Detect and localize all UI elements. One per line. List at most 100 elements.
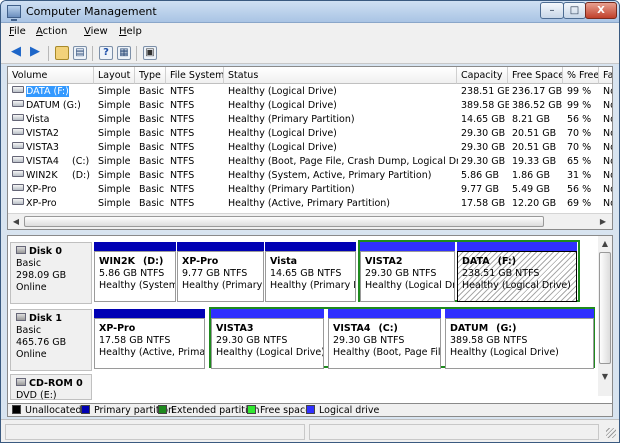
cell-free: 8.21 GB <box>512 114 551 125</box>
partition-block[interactable]: VISTA4 (C:) 29.30 GB NTFS Healthy (Boot, Pa… <box>328 309 441 369</box>
table-row[interactable]: XP-Pro Simple Basic NTFS Healthy (Primary Pa… <box>8 183 612 197</box>
partition-letter: (F:) <box>497 256 517 267</box>
disk-label-2[interactable]: CD-ROM 0 DVD (E:) <box>10 374 92 401</box>
disk-label-0[interactable]: Disk 0 Basic 298.09 GB Online <box>10 242 92 304</box>
partition-name: VISTA2 <box>365 256 403 267</box>
scrollbar-thumb[interactable] <box>599 252 611 364</box>
export-icon[interactable]: ▣ <box>143 46 157 60</box>
menu-action[interactable]: Action <box>36 26 67 37</box>
column-header-file-system[interactable]: File System <box>166 67 224 84</box>
partition-body: VISTA2 29.30 GB NTFS Healthy (Logical Dr <box>360 251 455 302</box>
maximize-button[interactable]: □ <box>563 2 586 19</box>
partition-color-bar <box>211 309 324 318</box>
column-header-percent-free[interactable]: % Free <box>563 67 599 84</box>
table-row[interactable]: VISTA2 Simple Basic NTFS Healthy (Logical Dr… <box>8 127 612 141</box>
disk-name-row: Disk 1 <box>16 313 91 325</box>
title-bar[interactable]: Computer Management – □ X <box>1 1 619 23</box>
cell-type: Basic <box>139 198 165 209</box>
partition-status: Healthy (Primary <box>182 280 263 291</box>
column-header-type[interactable]: Type <box>135 67 166 84</box>
column-header-free-space[interactable]: Free Space <box>508 67 563 84</box>
partition-size: 29.30 GB NTFS <box>333 335 405 346</box>
partition-block[interactable]: VISTA2 29.30 GB NTFS Healthy (Logical Dr <box>360 242 455 302</box>
scrollbar-thumb[interactable] <box>24 216 544 227</box>
cell-pct: 70 % <box>567 142 592 153</box>
cell-pct: 56 % <box>567 114 592 125</box>
column-header-capacity[interactable]: Capacity <box>457 67 508 84</box>
cell-status: Healthy (Primary Partition) <box>228 184 355 195</box>
partition-name-row: VISTA2 <box>365 256 454 268</box>
partition-name: Vista <box>270 256 298 267</box>
volume-name: VISTA4 <box>26 156 59 167</box>
disk-label-1[interactable]: Disk 1 Basic 465.76 GB Online <box>10 309 92 371</box>
legend-item: Unallocated <box>12 405 82 416</box>
cell-layout: Simple <box>98 100 131 111</box>
window-title: Computer Management <box>26 5 157 18</box>
disk-name: CD-ROM 0 <box>29 378 83 389</box>
resize-grip-icon[interactable] <box>606 428 616 438</box>
cell-status: Healthy (Logical Drive) <box>228 128 337 139</box>
column-header-volume[interactable]: Volume <box>8 67 94 84</box>
cell-capacity: 9.77 GB <box>461 184 500 195</box>
scroll-down-arrow-icon[interactable]: ▼ <box>598 370 612 383</box>
menu-bar: File Action View Help <box>1 23 619 42</box>
partition-block[interactable]: XP-Pro 17.58 GB NTFS Healthy (Active, Prim… <box>94 309 205 369</box>
cell-type: Basic <box>139 100 165 111</box>
cell-type: Basic <box>139 184 165 195</box>
legend-swatch <box>306 405 315 414</box>
cell-status: Healthy (Logical Drive) <box>228 86 337 97</box>
status-bar <box>1 419 619 442</box>
close-button[interactable]: X <box>585 2 617 19</box>
drive-icon <box>12 198 24 205</box>
disk-icon <box>16 313 26 321</box>
table-row[interactable]: WIN2K (D:) Simple Basic NTFS Healthy (System,… <box>8 169 612 183</box>
table-row[interactable]: VISTA3 Simple Basic NTFS Healthy (Logical Dr… <box>8 141 612 155</box>
table-row[interactable]: XP-Pro Simple Basic NTFS Healthy (Active, Pr… <box>8 197 612 211</box>
table-row[interactable]: VISTA4 (C:) Simple Basic NTFS Healthy (Boot, … <box>8 155 612 169</box>
column-header-status[interactable]: Status <box>224 67 457 84</box>
cell-fa: No <box>603 128 612 139</box>
cell-status: Healthy (System, Active, Primary Partiti… <box>228 170 432 181</box>
status-pane <box>309 424 599 440</box>
forward-arrow-icon[interactable]: ▶ <box>28 45 42 60</box>
scroll-up-arrow-icon[interactable]: ▲ <box>598 237 612 250</box>
drive-icon <box>12 184 24 191</box>
table-row[interactable]: DATA (F:) Simple Basic NTFS Healthy (Logical… <box>8 85 612 99</box>
menu-file[interactable]: File <box>9 26 26 37</box>
column-header-fault-tolerance[interactable]: Fa <box>599 67 612 84</box>
cell-capacity: 389.58 GB <box>461 100 509 111</box>
scroll-left-arrow-icon[interactable]: ◀ <box>9 215 23 228</box>
cell-fs: NTFS <box>170 156 195 167</box>
help-icon[interactable]: ? <box>99 46 113 60</box>
table-row[interactable]: DATUM (G:) Simple Basic NTFS Healthy (Logica… <box>8 99 612 113</box>
menu-help[interactable]: Help <box>119 26 142 37</box>
partition-block[interactable]: DATUM (G:) 389.58 GB NTFS Healthy (Logical … <box>445 309 594 369</box>
menu-view[interactable]: View <box>84 26 108 37</box>
volume-name: VISTA3 <box>26 142 59 153</box>
volume-name: XP-Pro <box>26 198 57 209</box>
table-row[interactable]: Vista Simple Basic NTFS Healthy (Primary Par… <box>8 113 612 127</box>
partition-name: WIN2K <box>99 256 135 267</box>
partition-block[interactable]: Vista 14.65 GB NTFS Healthy (Primary P <box>265 242 356 302</box>
volume-list-horizontal-scrollbar[interactable]: ◀ ▶ <box>8 213 612 229</box>
partition-status: Healthy (System, <box>99 280 176 291</box>
partition-body: XP-Pro 9.77 GB NTFS Healthy (Primary <box>177 251 264 302</box>
scroll-right-arrow-icon[interactable]: ▶ <box>596 215 610 228</box>
partition-block[interactable]: XP-Pro 9.77 GB NTFS Healthy (Primary <box>177 242 264 302</box>
cell-capacity: 238.51 GB <box>461 86 509 97</box>
partition-block[interactable]: WIN2K (D:) 5.86 GB NTFS Healthy (System, <box>94 242 176 302</box>
back-arrow-icon[interactable]: ◀ <box>9 45 23 60</box>
cell-type: Basic <box>139 86 165 97</box>
cell-fa: No <box>603 100 612 111</box>
partition-block[interactable]: DATA (F:) 238.51 GB NTFS Healthy (Logical D… <box>457 242 577 302</box>
disk-legend: Unallocated Primary partition Extended par… <box>7 403 613 417</box>
partition-name: VISTA3 <box>216 323 254 334</box>
properties-icon[interactable]: ▦ <box>117 46 131 60</box>
disk-state: Online <box>16 349 47 360</box>
column-header-layout[interactable]: Layout <box>94 67 135 84</box>
minimize-button[interactable]: – <box>540 2 564 19</box>
partition-block[interactable]: VISTA3 29.30 GB NTFS Healthy (Logical Driv… <box>211 309 324 369</box>
disk-view-vertical-scrollbar[interactable]: ▲ ▼ <box>598 236 612 396</box>
console-tree-icon[interactable]: ▤ <box>73 46 87 60</box>
up-folder-icon[interactable] <box>55 46 69 60</box>
